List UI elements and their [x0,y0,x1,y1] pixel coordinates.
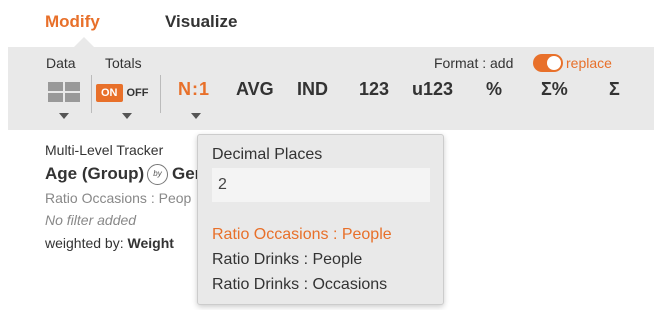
ratio-option-drinks-occasions[interactable]: Ratio Drinks : Occasions [212,276,387,294]
index-button[interactable]: IND [297,79,328,100]
decimal-places-input[interactable] [212,168,430,202]
unweighted-count-button[interactable]: u123 [412,79,453,100]
percent-button[interactable]: % [486,79,502,100]
totals-off-label: OFF [126,87,149,99]
ratio-option-occasions-people[interactable]: Ratio Occasions : People [212,226,392,244]
data-layout-grid-icon[interactable] [48,82,81,103]
ratio-button[interactable]: N:1 [178,79,210,100]
tab-bar: Modify Visualize [0,0,654,47]
data-dropdown-chevron-icon[interactable] [59,113,69,119]
toggle-knob [547,56,561,70]
decimal-places-label: Decimal Places [212,146,323,163]
separator [91,75,92,113]
totals-toggle[interactable]: ON OFF [96,84,153,102]
by-swap-icon[interactable]: by [147,164,168,185]
average-button[interactable]: AVG [236,79,274,100]
toolbar: Data Totals Format : add replace ON OFF … [8,47,654,130]
ratio-option-drinks-people[interactable]: Ratio Drinks : People [212,251,362,269]
format-toggle-switch[interactable] [533,54,563,72]
tracker-title: Multi-Level Tracker [45,142,164,158]
count-button[interactable]: 123 [359,79,389,100]
totals-dropdown-chevron-icon[interactable] [122,113,132,119]
data-label: Data [46,55,76,71]
sum-percent-button[interactable]: Σ% [541,79,568,100]
row-variable-heading: Age (Group) [45,164,145,183]
totals-on-label: ON [96,84,123,102]
tab-modify[interactable]: Modify [45,12,100,32]
ratio-subtitle: Ratio Occasions : Peop [45,190,192,206]
weighted-by-line: weighted by: Weight [45,235,174,251]
filter-status: No filter added [45,212,137,228]
weighted-prefix: weighted by: [45,235,128,251]
replace-label[interactable]: replace [566,55,612,71]
weight-variable: Weight [127,235,174,251]
active-tab-indicator [74,37,94,47]
sum-button[interactable]: Σ [609,79,620,100]
separator [160,75,161,113]
ratio-dropdown-chevron-icon[interactable] [191,113,201,119]
format-label: Format : add [434,55,514,71]
totals-label: Totals [105,55,142,71]
tab-visualize[interactable]: Visualize [165,12,237,32]
ratio-options-popup: Decimal Places Ratio Occasions : People … [197,134,444,305]
